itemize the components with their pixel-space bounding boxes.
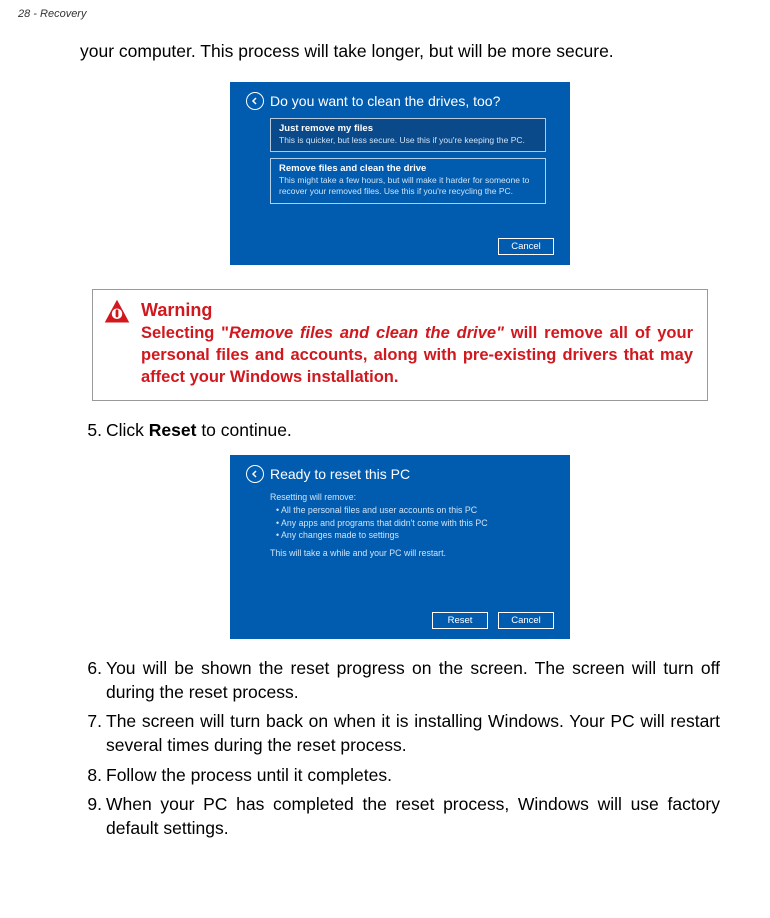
- step-number: 8.: [80, 764, 102, 788]
- warning-box: Warning Selecting "Remove files and clea…: [92, 289, 708, 402]
- step5-text-a: Click: [106, 420, 149, 440]
- step-number: 9.: [80, 793, 102, 840]
- cancel-button: Cancel: [498, 238, 554, 255]
- step-5: 5. Click Reset to continue.: [80, 419, 720, 443]
- step-7: 7. The screen will turn back on when it …: [80, 710, 720, 757]
- option-desc: This might take a few hours, but will ma…: [279, 175, 537, 196]
- reset-bullet: • Any changes made to settings: [270, 529, 554, 542]
- step5-bold: Reset: [149, 420, 197, 440]
- screenshot-title-row: Ready to reset this PC: [246, 465, 554, 483]
- back-icon: [246, 92, 264, 110]
- cancel-button: Cancel: [498, 612, 554, 629]
- step5-text-c: to continue.: [196, 420, 291, 440]
- reset-bullet: • All the personal files and user accoun…: [270, 504, 554, 517]
- step-body: You will be shown the reset progress on …: [106, 657, 720, 704]
- intro-paragraph: your computer. This process will take lo…: [80, 40, 720, 64]
- screenshot-title-row: Do you want to clean the drives, too?: [246, 92, 554, 110]
- step-6: 6. You will be shown the reset progress …: [80, 657, 720, 704]
- option-clean-drive: Remove files and clean the drive This mi…: [270, 158, 546, 203]
- option-desc: This is quicker, but less secure. Use th…: [279, 135, 537, 146]
- option-title: Just remove my files: [279, 123, 537, 134]
- reset-button: Reset: [432, 612, 488, 629]
- option-title: Remove files and clean the drive: [279, 163, 537, 174]
- screenshot-buttons: Reset Cancel: [432, 612, 554, 629]
- warning-text-before: Selecting ": [141, 324, 229, 342]
- reset-line: Resetting will remove:: [270, 491, 554, 504]
- page-header: 28 - Recovery: [0, 0, 770, 20]
- screenshot-ready-reset: Ready to reset this PC Resetting will re…: [230, 455, 570, 639]
- reset-details: Resetting will remove: • All the persona…: [270, 491, 554, 558]
- step-number: 7.: [80, 710, 102, 757]
- reset-note: This will take a while and your PC will …: [270, 548, 554, 558]
- step-body: Click Reset to continue.: [106, 419, 720, 443]
- step-body: When your PC has completed the reset pro…: [106, 793, 720, 840]
- page-content: your computer. This process will take lo…: [0, 20, 770, 876]
- screenshot-title: Do you want to clean the drives, too?: [270, 93, 500, 109]
- warning-title: Warning: [141, 300, 693, 321]
- step-8: 8. Follow the process until it completes…: [80, 764, 720, 788]
- option-just-remove: Just remove my files This is quicker, bu…: [270, 118, 546, 153]
- warning-text-italic: Remove files and clean the drive": [229, 324, 504, 342]
- step-body: Follow the process until it completes.: [106, 764, 720, 788]
- step-body: The screen will turn back on when it is …: [106, 710, 720, 757]
- screenshot-clean-drives: Do you want to clean the drives, too? Ju…: [230, 82, 570, 265]
- back-icon: [246, 465, 264, 483]
- warning-text: Selecting "Remove files and clean the dr…: [141, 322, 693, 389]
- step-9: 9. When your PC has completed the reset …: [80, 793, 720, 840]
- screenshot-title: Ready to reset this PC: [270, 466, 410, 482]
- step-number: 6.: [80, 657, 102, 704]
- step-number: 5.: [80, 419, 102, 443]
- screenshot-buttons: Cancel: [498, 238, 554, 255]
- warning-icon: [103, 298, 131, 326]
- reset-bullet: • Any apps and programs that didn't come…: [270, 517, 554, 530]
